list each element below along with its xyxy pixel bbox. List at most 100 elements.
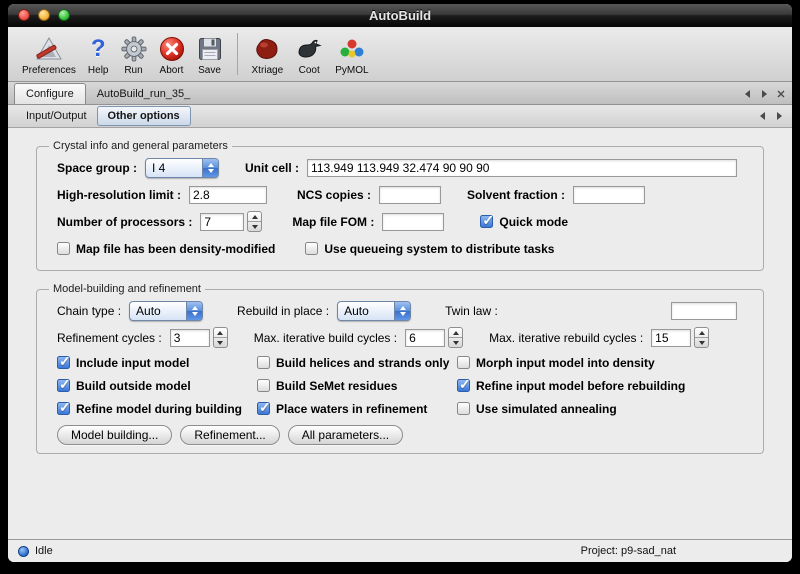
refine-input-before-checkbox[interactable]: Refine input model before rebuilding	[457, 374, 755, 397]
toolbar-coot-button[interactable]: Coot	[289, 30, 329, 79]
checkbox-label: Refine model during building	[76, 402, 242, 416]
document-tab-bar: Configure AutoBuild_run_35_	[8, 82, 792, 105]
stepper-up-icon	[252, 215, 258, 219]
checkbox-box	[57, 242, 70, 255]
map-file-fom-label: Map file FOM :	[292, 215, 374, 229]
checkbox-label: Build helices and strands only	[276, 356, 449, 370]
close-icon	[777, 90, 785, 98]
pymol-icon	[338, 34, 366, 65]
processors-row: Number of processors : Map file FOM : Qu…	[45, 208, 755, 235]
twin-law-label: Twin law :	[445, 304, 498, 318]
toolbar-label: Coot	[299, 65, 320, 77]
twin-law-input[interactable]	[671, 302, 737, 320]
project-label: Project: p9-sad_nat	[581, 545, 676, 557]
tab-configure[interactable]: Configure	[14, 83, 86, 104]
refinement-button[interactable]: Refinement...	[180, 425, 279, 445]
toolbar-label: Abort	[160, 65, 184, 77]
tab-other-options[interactable]: Other options	[97, 106, 191, 126]
refinement-cycles-label: Refinement cycles :	[57, 331, 162, 345]
tab-input-output[interactable]: Input/Output	[16, 107, 97, 125]
toolbar: Preferences Help Run	[8, 27, 792, 82]
refine-during-building-checkbox[interactable]: Refine model during building	[57, 397, 257, 420]
minimize-window-button[interactable]	[38, 9, 50, 21]
processors-input[interactable]	[200, 213, 244, 231]
quick-mode-checkbox[interactable]: Quick mode	[480, 215, 568, 229]
morph-input-model-checkbox[interactable]: Morph input model into density	[457, 351, 755, 374]
close-window-button[interactable]	[18, 9, 30, 21]
title-bar: AutoBuild	[8, 4, 792, 27]
abort-icon	[159, 34, 185, 65]
right-arrow-icon	[777, 112, 782, 120]
ncs-copies-input[interactable]	[379, 186, 441, 204]
status-indicator-icon	[18, 546, 29, 557]
solvent-fraction-input[interactable]	[573, 186, 645, 204]
tab-autobuild-run-35[interactable]: AutoBuild_run_35_	[86, 84, 202, 104]
space-group-select[interactable]: I 4	[145, 158, 219, 178]
parameter-buttons-row: Model building... Refinement... All para…	[45, 425, 755, 445]
toolbar-xtriage-button[interactable]: Xtriage	[246, 30, 290, 79]
high-resolution-input[interactable]	[189, 186, 267, 204]
toolbar-save-button[interactable]: Save	[191, 30, 229, 79]
options-scroll-right-button[interactable]	[774, 111, 784, 121]
tab-close-button[interactable]	[776, 89, 786, 99]
refinement-cycles-stepper[interactable]	[213, 327, 228, 348]
max-build-cycles-input[interactable]	[405, 329, 445, 347]
max-rebuild-cycles-stepper[interactable]	[694, 327, 709, 348]
checkbox-box	[457, 356, 470, 369]
space-group-row: Space group : I 4 Unit cell :	[45, 154, 755, 181]
max-rebuild-cycles-input[interactable]	[651, 329, 691, 347]
status-bar: Idle Project: p9-sad_nat	[8, 539, 792, 562]
toolbar-help-button[interactable]: Help	[82, 30, 115, 79]
refinement-cycles-input[interactable]	[170, 329, 210, 347]
tab-scroll-right-button[interactable]	[759, 89, 769, 99]
checkbox-box	[257, 402, 270, 415]
build-helices-checkbox[interactable]: Build helices and strands only	[257, 351, 457, 374]
toolbar-label: PyMOL	[335, 65, 368, 77]
preferences-icon	[35, 34, 63, 65]
popup-arrows-icon	[202, 159, 218, 177]
processors-stepper[interactable]	[247, 211, 262, 232]
checkbox-label: Morph input model into density	[476, 356, 655, 370]
right-arrow-icon	[762, 90, 767, 98]
zoom-window-button[interactable]	[58, 9, 70, 21]
unit-cell-input[interactable]	[307, 159, 737, 177]
toolbar-abort-button[interactable]: Abort	[153, 30, 191, 79]
rebuild-in-place-select[interactable]: Auto	[337, 301, 411, 321]
checkbox-box	[480, 215, 493, 228]
tab-bar-controls	[742, 89, 786, 104]
autobuild-window: AutoBuild Preferences Help	[8, 4, 792, 562]
content-area: Crystal info and general parameters Spac…	[8, 128, 792, 539]
chain-type-label: Chain type :	[57, 304, 121, 318]
stepper-down-icon	[699, 341, 705, 345]
solvent-fraction-label: Solvent fraction :	[467, 188, 565, 202]
toolbar-pymol-button[interactable]: PyMOL	[329, 30, 374, 79]
toolbar-run-button[interactable]: Run	[115, 30, 153, 79]
checkbox-label: Include input model	[76, 356, 189, 370]
density-modified-checkbox[interactable]: Map file has been density-modified	[57, 242, 275, 256]
ncs-copies-label: NCS copies :	[297, 188, 371, 202]
options-scroll-left-button[interactable]	[757, 111, 767, 121]
build-semet-checkbox[interactable]: Build SeMet residues	[257, 374, 457, 397]
checkbox-box	[457, 402, 470, 415]
left-arrow-icon	[760, 112, 765, 120]
include-input-model-checkbox[interactable]: Include input model	[57, 351, 257, 374]
checkbox-label: Map file has been density-modified	[76, 242, 275, 256]
tab-scroll-left-button[interactable]	[742, 89, 752, 99]
coot-bird-icon	[295, 34, 323, 65]
unit-cell-label: Unit cell :	[245, 161, 299, 175]
space-group-label: Space group :	[57, 161, 137, 175]
place-waters-checkbox[interactable]: Place waters in refinement	[257, 397, 457, 420]
checkbox-label: Refine input model before rebuilding	[476, 379, 685, 393]
all-parameters-button[interactable]: All parameters...	[288, 425, 403, 445]
simulated-annealing-checkbox[interactable]: Use simulated annealing	[457, 397, 755, 420]
toolbar-preferences-button[interactable]: Preferences	[16, 30, 82, 79]
queueing-checkbox[interactable]: Use queueing system to distribute tasks	[305, 242, 554, 256]
model-building-button[interactable]: Model building...	[57, 425, 172, 445]
map-file-fom-input[interactable]	[382, 213, 444, 231]
max-build-cycles-stepper[interactable]	[448, 327, 463, 348]
window-controls	[18, 9, 70, 21]
chain-type-select[interactable]: Auto	[129, 301, 203, 321]
build-outside-model-checkbox[interactable]: Build outside model	[57, 374, 257, 397]
toolbar-label: Run	[124, 65, 142, 77]
stepper-up-icon	[217, 331, 223, 335]
